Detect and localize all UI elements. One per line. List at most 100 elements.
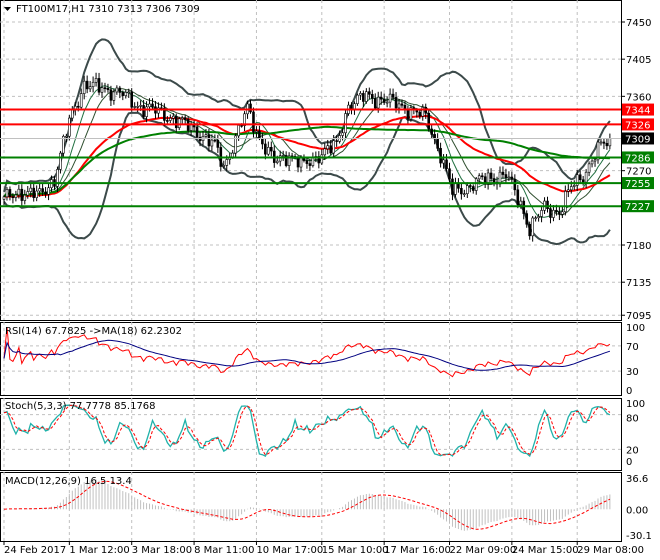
candle-body [341, 132, 344, 136]
symbol-label: FT100M17,H1 7310 7313 7306 7309 [16, 4, 200, 15]
candle-body [540, 210, 543, 217]
candle-body [373, 98, 377, 109]
rsi-ma-line [3, 339, 611, 371]
candle-body [174, 115, 178, 129]
rsi-tick: 30 [626, 367, 639, 378]
candle-body [11, 196, 15, 199]
candle-body [471, 186, 475, 191]
candle-body [501, 171, 505, 175]
candle-body [100, 87, 104, 93]
macd-label: MACD(12,26,9) 16.5 13.4 [5, 476, 132, 487]
level-label: 7286 [625, 153, 650, 164]
time-label: 29 Mar 08:00 [577, 545, 644, 556]
candle-body [546, 200, 549, 209]
candle-body [370, 94, 374, 99]
candle-body [296, 157, 300, 168]
time-label: 24 Mar 15:00 [512, 545, 579, 556]
candle-body [356, 94, 359, 104]
candle-body [237, 125, 240, 137]
stoch-main-line [3, 404, 611, 458]
candle-body [8, 189, 12, 198]
time-label: 24 Feb 2017 [4, 545, 66, 556]
candle-body [213, 139, 217, 142]
candle-body [166, 120, 169, 122]
candle-body [79, 93, 83, 108]
macd-tick: 36.6 [626, 474, 648, 485]
level-label: 7227 [625, 202, 650, 213]
stoch-tick: 80 [626, 414, 639, 425]
candle-body [103, 87, 107, 89]
candle-body [118, 87, 122, 93]
candle-body [602, 141, 606, 144]
candle-body [552, 209, 555, 218]
candle-body [148, 103, 151, 108]
candle-body [368, 91, 371, 95]
time-label: 10 Mar 17:00 [256, 545, 323, 556]
candle-body [376, 96, 380, 109]
candle-body [454, 182, 457, 195]
candle-body [207, 134, 211, 147]
candle-body [17, 188, 21, 196]
candle-body [344, 113, 347, 134]
candle-body [35, 190, 38, 198]
candle-body [109, 89, 113, 101]
stoch-signal-line [3, 404, 611, 456]
candle-body [180, 117, 184, 120]
candle-body [171, 115, 175, 119]
candle-body [204, 134, 208, 137]
candle-body [394, 97, 398, 109]
candle-body [477, 175, 481, 180]
candle-body [608, 138, 612, 147]
time-label: 17 Mar 16:00 [384, 545, 451, 556]
candle-body [365, 91, 368, 102]
candle-body [269, 147, 273, 152]
candle-body [605, 143, 609, 147]
candle-body [225, 159, 229, 166]
candle-body [531, 217, 534, 237]
candle-body [44, 191, 47, 195]
price-chart[interactable]: 24 Feb 2017 1 Mar 12:00 3 Mar 18:00 8 Mar 1… [0, 0, 660, 560]
candle-body [139, 105, 142, 107]
candle-body [112, 91, 116, 101]
candle-body [549, 208, 552, 218]
current-price-label: 7309 [625, 134, 650, 145]
candle-body [106, 87, 110, 91]
candle-body [127, 91, 131, 94]
candle-body [151, 103, 154, 108]
candle-body [5, 189, 9, 198]
price-tick-label: 7405 [626, 55, 651, 66]
candle-body [210, 139, 214, 147]
candle-body [88, 86, 92, 90]
candle-body [258, 130, 261, 139]
candle-body [47, 187, 50, 195]
candle-body [388, 93, 392, 103]
price-tick-label: 7135 [626, 278, 651, 289]
macd-tick: -30.1 [626, 531, 652, 542]
candle-body [115, 87, 119, 93]
candle-body [564, 190, 567, 213]
candle-body [177, 118, 181, 129]
candle-body [507, 176, 511, 179]
candle-body [252, 111, 255, 133]
price-tick-label: 7360 [626, 92, 651, 103]
candle-body [133, 106, 136, 108]
candle-body [534, 217, 537, 220]
candle-body [71, 109, 74, 119]
candle-body [240, 125, 243, 127]
candle-body [23, 194, 27, 201]
candle-body [136, 106, 139, 108]
candle-body [572, 185, 576, 187]
candle-body [249, 103, 252, 113]
stoch-tick: 20 [626, 445, 639, 456]
candle-body [145, 106, 148, 117]
candle-body [382, 98, 386, 103]
candle-body [555, 209, 558, 213]
candle-body [353, 103, 356, 110]
candle-body [480, 175, 484, 178]
macd-tick: 0.00 [626, 505, 648, 516]
candle-body [566, 189, 570, 192]
candle-body [323, 148, 327, 156]
bollinger-upper [3, 38, 611, 193]
bollinger-lower [3, 111, 611, 246]
candle-body [332, 140, 335, 154]
